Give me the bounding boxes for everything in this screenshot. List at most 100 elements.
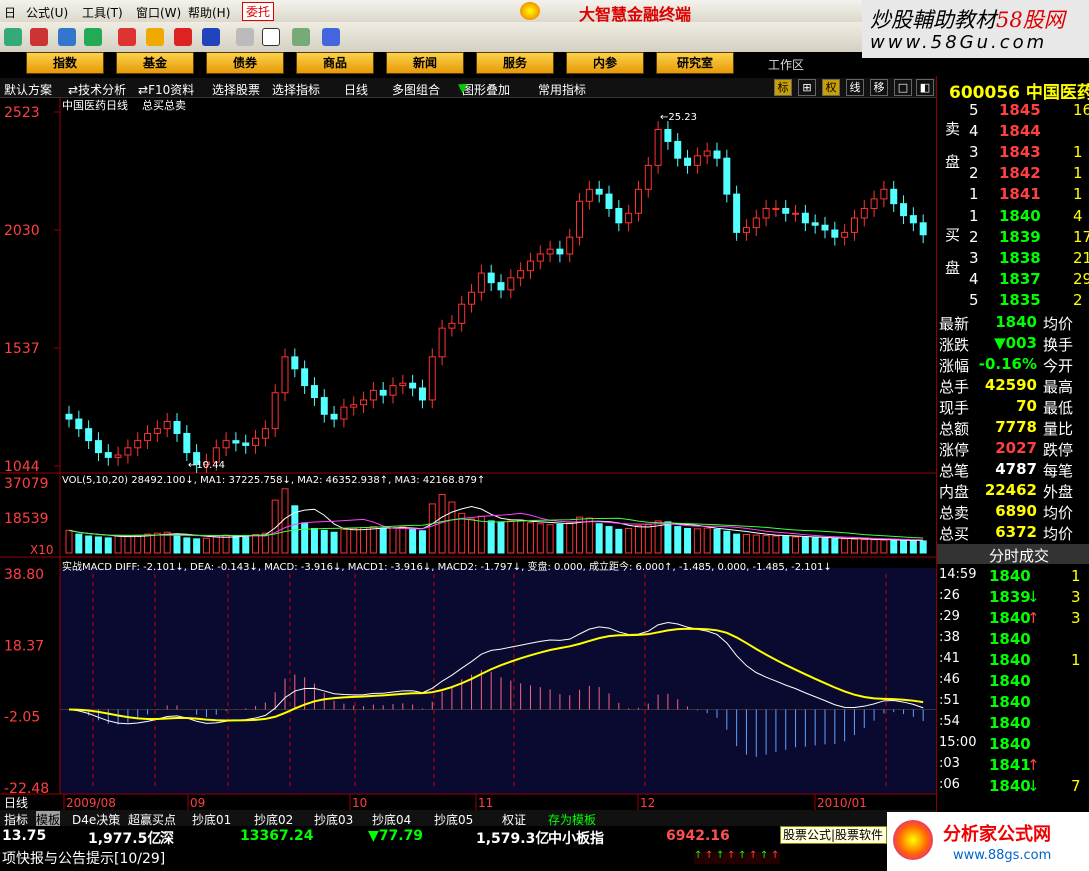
volume-bar <box>202 537 210 554</box>
sell-label-row: 卖盘 <box>937 120 1089 187</box>
tool-icon[interactable] <box>202 28 220 46</box>
info-value: 7778 <box>995 418 1037 436</box>
rights-toggle[interactable]: 权 <box>822 79 840 96</box>
tab-service[interactable]: 服务 <box>476 52 554 74</box>
tick-arrow: ↑ <box>1027 756 1040 774</box>
menu-tools[interactable]: 工具(T) <box>82 4 123 21</box>
candle-body <box>576 200 584 238</box>
move-toggle[interactable]: 移 <box>870 79 888 96</box>
tick-volume: 1 <box>1071 567 1081 585</box>
info-row: 总笔 4787 每笔 <box>937 459 1089 480</box>
candle-body <box>340 406 348 420</box>
line-toggle[interactable]: 线 <box>846 79 864 96</box>
layout-toggle[interactable]: ◧ <box>916 79 934 96</box>
tick-row: 15:00 1840 <box>937 734 1089 755</box>
sell-price: 1841 <box>999 185 1041 203</box>
arrow-icon: ↑ <box>727 850 736 861</box>
news-ticker[interactable]: 项快报与公告提示[10/29] <box>2 848 165 868</box>
tab-news[interactable]: 新闻 <box>386 52 464 74</box>
tab-commodity[interactable]: 商品 <box>296 52 374 74</box>
select-stock-button[interactable]: 选择股票 <box>212 81 260 98</box>
tool-icon[interactable] <box>174 28 192 46</box>
volume-bar <box>85 535 93 554</box>
tool-icon[interactable] <box>118 28 136 46</box>
candle-body <box>644 164 652 190</box>
volume-bar <box>340 528 348 554</box>
menu-window[interactable]: 窗口(W) <box>136 4 181 21</box>
tool-icon[interactable] <box>84 28 102 46</box>
candle-body <box>458 303 466 324</box>
max-price-value: 25.23 <box>668 112 697 123</box>
info-value: 6890 <box>995 502 1037 520</box>
tool-icon[interactable] <box>262 28 280 46</box>
period-select[interactable]: 日线 <box>344 81 368 98</box>
tech-analysis-button[interactable]: ⇄技术分析 <box>68 81 126 98</box>
status-index: 13367.24 <box>240 828 314 844</box>
window-toggle[interactable]: □ <box>894 79 912 96</box>
ticks-header: 分时成交 <box>937 544 1089 565</box>
candle-body <box>232 440 240 444</box>
info-key2: 最高 <box>1043 378 1074 396</box>
menu-item[interactable]: 日 <box>4 4 16 21</box>
volume-bar <box>350 527 358 554</box>
candle-body <box>890 188 898 205</box>
volume-bar <box>114 535 122 554</box>
buy-label-row: 买盘 <box>937 226 1089 293</box>
tool-icon[interactable] <box>146 28 164 46</box>
candle-body <box>664 128 672 142</box>
tool-icon[interactable] <box>236 28 254 46</box>
ad-banner[interactable]: 分析家公式网 www.88gs.com <box>887 812 1089 871</box>
menu-help[interactable]: 帮助(H) <box>188 4 230 21</box>
candle-body <box>880 188 888 200</box>
overlay-select[interactable]: 图形叠加 <box>462 81 510 98</box>
candle-body <box>65 413 73 420</box>
common-indicator-select[interactable]: 常用指标 <box>538 81 586 98</box>
price-axis-label: 2523 <box>4 105 40 121</box>
select-indicator-button[interactable]: 选择指标 <box>272 81 320 98</box>
tab-index[interactable]: 指数 <box>26 52 104 74</box>
menu-formula[interactable]: 公式(U) <box>26 4 68 21</box>
tool-icon[interactable] <box>292 28 310 46</box>
ad-software[interactable]: 股票公式|股票软件 <box>780 826 887 844</box>
macd-panel-bg <box>60 568 936 794</box>
volume-bar <box>252 533 260 554</box>
grid-toggle[interactable]: ⊞ <box>798 79 816 96</box>
mark-toggle[interactable]: 标 <box>774 79 792 96</box>
tab-insider[interactable]: 内参 <box>566 52 644 74</box>
candle-body <box>713 150 721 159</box>
buy-volume: 4 <box>1073 207 1083 225</box>
volume-bar <box>173 533 181 554</box>
multi-chart-select[interactable]: 多图组合 <box>392 81 440 98</box>
date-axis-label: 2010/01 <box>817 796 867 810</box>
kline-chart[interactable]: 2523 2030 1537 104437079 18539 X10 38.80 18.37 -… <box>0 98 936 810</box>
candle-body <box>399 382 407 387</box>
tab-bond[interactable]: 债券 <box>206 52 284 74</box>
candle-body <box>320 397 328 415</box>
workspace-label[interactable]: 工作区 <box>768 56 804 73</box>
volume-bar <box>428 503 436 554</box>
candle-body <box>566 236 574 255</box>
tab-research[interactable]: 研究室 <box>656 52 734 74</box>
tool-icon[interactable] <box>4 28 22 46</box>
info-row: 总卖 6890 均价 <box>937 501 1089 522</box>
tick-row: :51 1840 <box>937 692 1089 713</box>
volume-bar <box>212 535 220 554</box>
help-icon[interactable] <box>322 28 340 46</box>
buy-side-label: 买盘 <box>943 227 961 293</box>
volume-bar <box>369 526 377 554</box>
candle-body <box>222 440 230 449</box>
f10-button[interactable]: ⇄F10资料 <box>138 81 194 98</box>
tool-icon[interactable] <box>30 28 48 46</box>
scheme-select[interactable]: 默认方案 <box>4 81 52 98</box>
tick-time: :38 <box>939 630 960 645</box>
volume-bar <box>841 538 849 554</box>
menu-entrust[interactable]: 委托 <box>242 2 275 21</box>
info-key: 总卖 <box>939 504 970 522</box>
tick-price: 1840 <box>989 693 1031 711</box>
tab-fund[interactable]: 基金 <box>116 52 194 74</box>
buy-price: 1840 <box>999 207 1041 225</box>
binocular-icon[interactable] <box>58 28 76 46</box>
volume-bar <box>919 540 927 554</box>
candle-body <box>271 392 279 430</box>
candle-body <box>75 418 83 430</box>
